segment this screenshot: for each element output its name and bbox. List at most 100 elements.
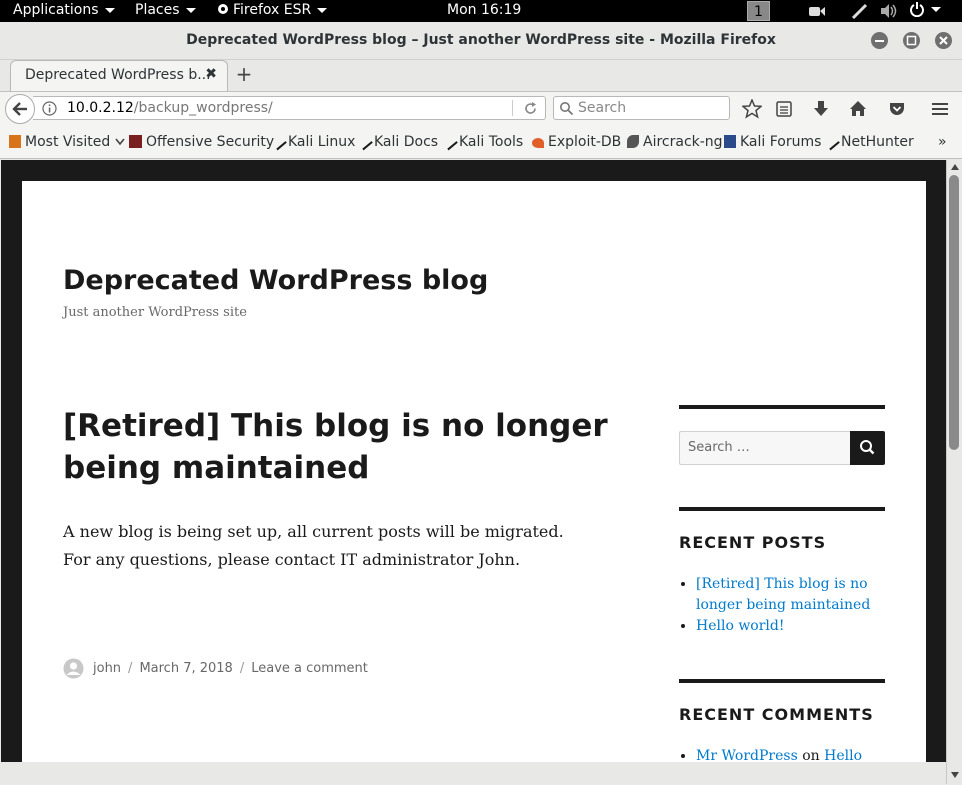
site-title[interactable]: Deprecated WordPress blog xyxy=(63,265,488,296)
bookmark-nethunter[interactable]: NetHunter xyxy=(822,132,914,151)
bookmark-label: Kali Docs xyxy=(374,134,439,150)
meta-separator: / xyxy=(128,661,133,676)
minimize-icon xyxy=(875,40,884,42)
reload-icon[interactable] xyxy=(523,101,538,116)
places-menu[interactable]: Places xyxy=(135,2,196,18)
bookmark-aircrack-ng[interactable]: Aircrack-ng xyxy=(627,134,723,150)
post-meta: john / March 7, 2018 / Leave a comment xyxy=(63,658,368,679)
window-title-bar: Deprecated WordPress blog – Just another… xyxy=(0,22,962,60)
search-placeholder: Search xyxy=(578,100,627,116)
folder-icon xyxy=(9,135,21,148)
url-path: /backup_wordpress/ xyxy=(133,100,273,116)
exploit-db-icon xyxy=(532,138,544,148)
bookmark-most-visited[interactable]: Most Visited xyxy=(9,134,125,150)
widget-divider xyxy=(679,405,885,409)
recent-posts-heading: RECENT POSTS xyxy=(679,533,827,552)
recent-post-link[interactable]: Hello world! xyxy=(696,618,785,634)
chevron-down-icon xyxy=(317,7,328,13)
network-wired-icon[interactable] xyxy=(851,3,869,19)
maximize-button[interactable] xyxy=(903,32,920,49)
sidebar-search-input[interactable]: Search … xyxy=(679,431,851,465)
url-host: 10.0.2.12 xyxy=(67,100,134,116)
bookmark-label: Most Visited xyxy=(25,134,111,150)
post-body: A new blog is being set up, all current … xyxy=(63,518,623,574)
post-author[interactable]: john xyxy=(93,661,121,676)
firefox-label: Firefox ESR xyxy=(233,2,312,18)
firefox-app-menu[interactable]: Firefox ESR xyxy=(217,2,328,18)
page-viewport: Deprecated WordPress blog Just another W… xyxy=(1,160,946,762)
bookmark-label: Kali Forums xyxy=(740,134,822,150)
download-icon[interactable] xyxy=(811,99,831,119)
chevron-down-icon xyxy=(185,7,196,13)
navigation-toolbar: 10.0.2.12/backup_wordpress/ Search xyxy=(0,91,962,126)
url-bar[interactable]: 10.0.2.12/backup_wordpress/ xyxy=(33,96,546,120)
list-item: Hello world! xyxy=(696,616,885,637)
bookmark-offensive-security[interactable]: Offensive Security xyxy=(129,134,274,150)
volume-icon[interactable] xyxy=(879,3,899,19)
post-title[interactable]: [Retired] This blog is no longer being m… xyxy=(63,405,623,489)
post-date[interactable]: March 7, 2018 xyxy=(139,661,232,676)
chevron-down-icon xyxy=(931,6,941,12)
bookmark-kali-linux[interactable]: Kali Linux xyxy=(269,132,355,151)
scroll-down-arrow-icon[interactable] xyxy=(950,771,960,779)
bookmarks-overflow-chevron-icon[interactable]: » xyxy=(938,134,947,150)
applications-menu[interactable]: Applications xyxy=(13,2,115,18)
back-button[interactable] xyxy=(5,94,35,124)
scrollbar-thumb[interactable] xyxy=(949,175,959,450)
reading-list-icon[interactable] xyxy=(774,99,794,119)
close-icon xyxy=(939,36,948,45)
sidebar-search-placeholder: Search … xyxy=(688,440,750,455)
comment-author-link[interactable]: Mr WordPress xyxy=(696,748,798,762)
bookmark-kali-docs[interactable]: Kali Docs xyxy=(355,132,439,151)
bookmark-label: Kali Tools xyxy=(459,134,524,150)
power-menu[interactable] xyxy=(909,1,941,18)
author-avatar-icon xyxy=(63,658,84,679)
aircrack-icon xyxy=(627,135,639,148)
url-text: 10.0.2.12/backup_wordpress/ xyxy=(67,100,273,116)
clock[interactable]: Mon 16:19 xyxy=(447,2,521,18)
bookmark-exploit-db[interactable]: Exploit-DB xyxy=(532,134,621,150)
new-tab-button[interactable]: + xyxy=(232,63,256,87)
bookmark-label: Offensive Security xyxy=(146,134,275,150)
kali-forums-icon xyxy=(724,135,736,148)
bookmark-kali-tools[interactable]: Kali Tools xyxy=(440,132,524,151)
comment-on-text: on xyxy=(802,748,820,762)
back-arrow-icon xyxy=(12,102,27,116)
bookmark-label: Exploit-DB xyxy=(548,134,622,150)
recent-post-link[interactable]: [Retired] This blog is no longer being m… xyxy=(696,576,870,613)
pocket-icon[interactable] xyxy=(887,99,907,119)
url-divider xyxy=(512,100,513,116)
power-icon xyxy=(910,2,924,18)
post-body-line: For any questions, please contact IT adm… xyxy=(63,550,521,569)
minimize-button[interactable] xyxy=(871,32,888,49)
kali-dragon-icon xyxy=(269,132,287,151)
bookmark-label: Aircrack-ng xyxy=(643,134,723,150)
bookmark-star-icon[interactable] xyxy=(742,99,762,119)
scroll-up-arrow-icon[interactable] xyxy=(950,163,960,171)
applications-label: Applications xyxy=(13,2,99,18)
info-icon[interactable] xyxy=(42,101,57,116)
workspace-indicator[interactable]: 1 xyxy=(747,1,770,21)
recent-comments-heading: RECENT COMMENTS xyxy=(679,705,874,724)
post-body-line: A new blog is being set up, all current … xyxy=(63,522,564,541)
sidebar-search-button[interactable] xyxy=(850,431,885,465)
close-window-button[interactable] xyxy=(935,32,952,49)
bookmarks-toolbar: Most Visited Offensive Security Kali Lin… xyxy=(0,126,962,159)
bookmark-kali-forums[interactable]: Kali Forums xyxy=(724,134,821,150)
video-camera-icon[interactable] xyxy=(808,4,826,18)
comment-post-link[interactable]: Hello xyxy=(824,748,862,762)
site-description: Just another WordPress site xyxy=(63,305,247,320)
recent-posts-list: [Retired] This blog is no longer being m… xyxy=(679,574,885,637)
tab-close-icon[interactable]: ✖ xyxy=(205,66,217,82)
tab-active[interactable]: Deprecated WordPress b... ✖ xyxy=(10,60,228,91)
home-icon[interactable] xyxy=(848,99,868,119)
chevron-down-icon xyxy=(104,7,115,13)
hamburger-menu-icon[interactable] xyxy=(930,99,950,119)
widget-divider xyxy=(679,679,885,683)
window-title: Deprecated WordPress blog – Just another… xyxy=(186,32,776,48)
maximize-icon xyxy=(906,35,917,46)
leave-comment-link[interactable]: Leave a comment xyxy=(251,661,368,676)
bookmark-label: NetHunter xyxy=(841,134,914,150)
kali-dragon-icon xyxy=(440,132,458,151)
search-bar[interactable]: Search xyxy=(553,96,730,120)
